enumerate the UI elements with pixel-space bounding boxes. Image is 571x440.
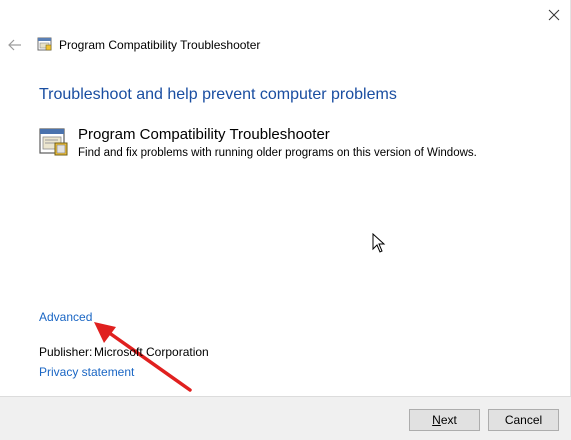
item-title[interactable]: Program Compatibility Troubleshooter <box>78 126 330 143</box>
header-title: Program Compatibility Troubleshooter <box>59 38 261 52</box>
close-button[interactable] <box>536 0 571 30</box>
close-icon <box>548 9 559 21</box>
mouse-cursor-icon <box>372 233 386 253</box>
next-button-label: Next <box>432 413 457 427</box>
publisher-label: Publisher: <box>39 345 93 359</box>
advanced-link[interactable]: Advanced <box>39 310 92 324</box>
footer-bar: Next Cancel <box>0 396 571 440</box>
page-heading: Troubleshoot and help prevent computer p… <box>39 86 397 103</box>
back-arrow-icon <box>8 39 21 51</box>
publisher-value: Microsoft Corporation <box>94 345 209 359</box>
troubleshooter-icon <box>37 37 52 51</box>
troubleshooter-window: Program Compatibility Troubleshooter Tro… <box>0 0 571 440</box>
item-description: Find and fix problems with running older… <box>78 147 477 159</box>
troubleshooter-icon <box>39 128 68 156</box>
cancel-button[interactable]: Cancel <box>488 409 559 431</box>
publisher-row: Publisher: Microsoft Corporation <box>39 345 209 359</box>
back-button[interactable] <box>6 36 24 54</box>
title-bar <box>0 0 571 31</box>
next-button[interactable]: Next <box>409 409 480 431</box>
privacy-statement-link[interactable]: Privacy statement <box>39 365 134 379</box>
